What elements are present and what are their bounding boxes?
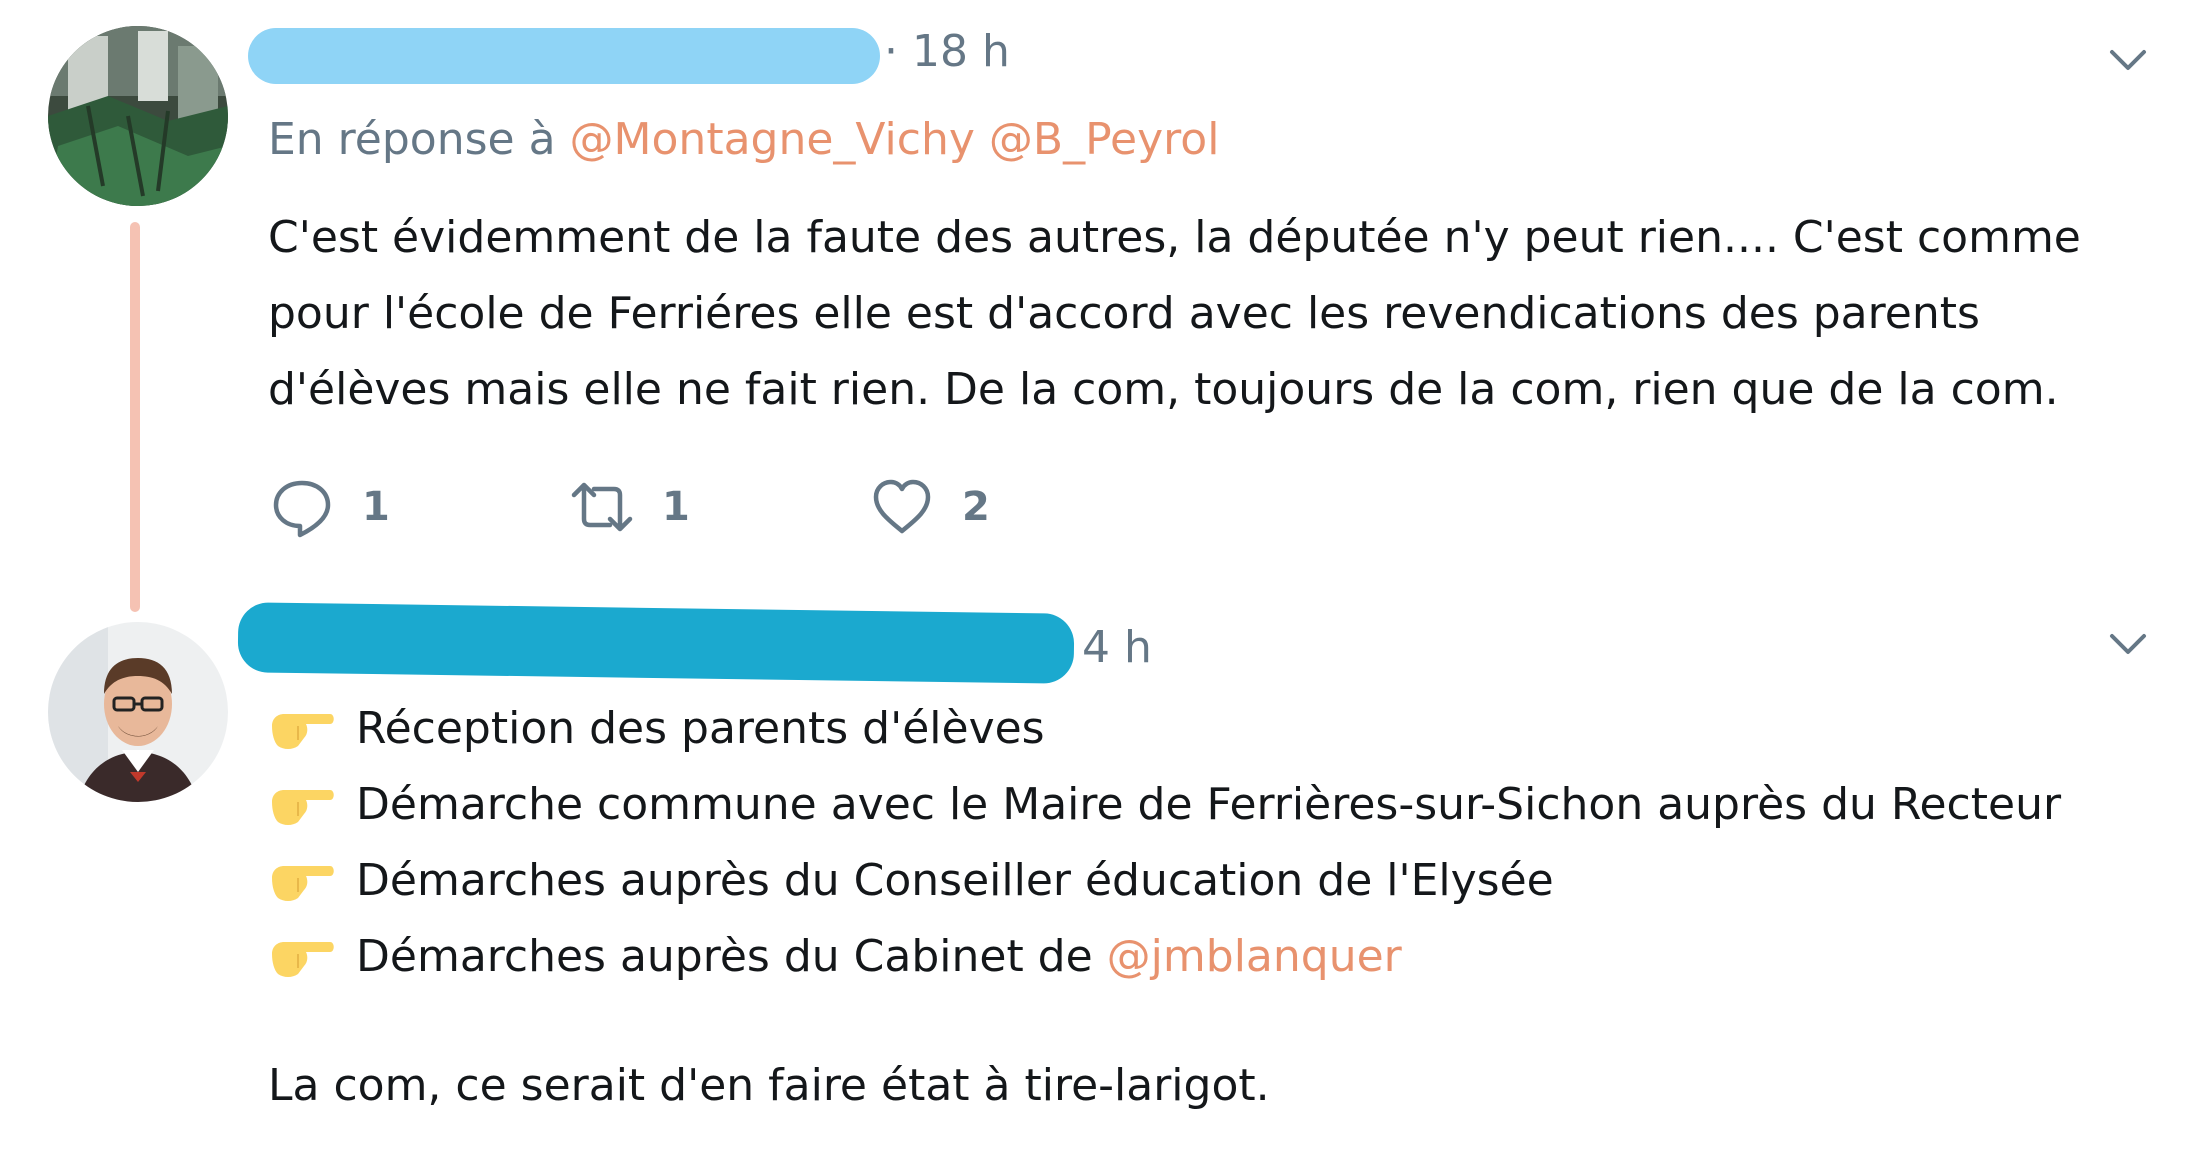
pointing-hand-emoji-icon xyxy=(272,714,334,749)
like-count: 2 xyxy=(962,484,990,530)
mention-link[interactable]: @jmblanquer xyxy=(1107,931,1402,982)
reply-context: En réponse à @Montagne_Vichy @B_Peyrol xyxy=(268,114,1219,165)
bullet-text: Démarches auprès du Conseiller éducation… xyxy=(356,854,1554,906)
retweet-button[interactable]: 1 xyxy=(570,472,690,542)
pointing-hand-emoji-icon xyxy=(272,942,334,977)
redacted-username xyxy=(248,28,880,84)
tweet-timestamp[interactable]: · 18 h xyxy=(884,26,1010,77)
chevron-down-icon[interactable] xyxy=(2104,36,2152,84)
list-item: Réception des parents d'élèves xyxy=(268,690,2148,766)
list-item: Démarches auprès du Conseiller éducation… xyxy=(268,842,2148,918)
bullet-text: Démarche commune avec le Maire de Ferriè… xyxy=(356,778,2062,830)
tweet-response: 4 h Réception des parents d'élèves Démar… xyxy=(0,590,2200,1152)
tweet-text-line: d'élèves mais elle ne fait rien. De la c… xyxy=(268,364,2059,415)
avatar[interactable] xyxy=(48,26,228,206)
tweet-text-line: C'est évidemment de la faute des autres,… xyxy=(268,212,2081,263)
redacted-username xyxy=(237,602,1075,684)
pointing-hand-emoji-icon xyxy=(272,866,334,901)
avatar-image xyxy=(48,26,228,206)
tweet-reply: · 18 h En réponse à @Montagne_Vichy @B_P… xyxy=(0,0,2200,590)
reply-count: 1 xyxy=(362,484,390,530)
pointing-hand-emoji-icon xyxy=(272,790,334,825)
bullet-text: Réception des parents d'élèves xyxy=(356,702,1045,754)
bullet-text: Démarches auprès du Cabinet de xyxy=(356,930,1107,982)
list-item: Démarches auprès du Cabinet de @jmblanqu… xyxy=(268,918,2148,994)
bullet-list: Réception des parents d'élèves Démarche … xyxy=(268,690,2148,994)
list-item: Démarche commune avec le Maire de Ferriè… xyxy=(268,766,2148,842)
chevron-down-icon[interactable] xyxy=(2104,620,2152,668)
tweet-closing-text: La com, ce serait d'en faire état à tire… xyxy=(268,1060,1270,1111)
like-icon xyxy=(873,479,931,534)
reply-prefix: En réponse à xyxy=(268,114,556,165)
retweet-icon xyxy=(571,482,633,532)
like-button[interactable]: 2 xyxy=(870,472,990,542)
avatar-image xyxy=(48,622,228,802)
tweet-actions: 1 1 2 xyxy=(270,472,1170,542)
tweet-timestamp[interactable]: 4 h xyxy=(1082,622,1152,673)
mention-link[interactable]: @Montagne_Vichy xyxy=(570,114,975,165)
tweet-body: C'est évidemment de la faute des autres,… xyxy=(268,200,2148,428)
tweet-text-line: pour l'école de Ferriéres elle est d'acc… xyxy=(268,288,1980,339)
mention-link[interactable]: @B_Peyrol xyxy=(989,114,1220,165)
reply-icon xyxy=(273,480,331,538)
avatar[interactable] xyxy=(48,622,228,802)
reply-button[interactable]: 1 xyxy=(270,472,390,542)
retweet-count: 1 xyxy=(662,484,690,530)
